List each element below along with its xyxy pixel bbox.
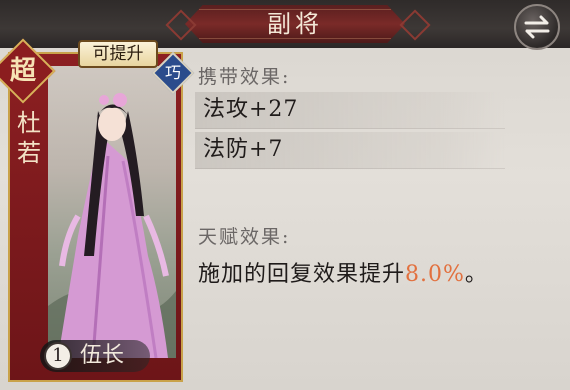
skill-badge-label: 巧 bbox=[164, 63, 181, 82]
swap-arrows-icon bbox=[524, 15, 550, 39]
portrait bbox=[48, 66, 176, 358]
talent-text-suffix: 。 bbox=[464, 262, 488, 287]
carry-effects-label: 携带效果: bbox=[198, 66, 291, 88]
level-number: 1 bbox=[44, 342, 72, 370]
general-card[interactable] bbox=[8, 52, 183, 382]
effect-text: 法防+7 bbox=[203, 137, 284, 162]
swap-button[interactable] bbox=[514, 4, 560, 50]
effect-row: 法防+7 bbox=[195, 132, 505, 169]
portrait-illustration bbox=[48, 93, 176, 358]
effect-row: 法攻+27 bbox=[195, 92, 505, 129]
level-label: 伍长 bbox=[80, 343, 125, 368]
talent-text-prefix: 施加的回复效果提升 bbox=[198, 262, 406, 287]
page-title: 副将 bbox=[267, 10, 323, 38]
upgrade-tag[interactable]: 可提升 bbox=[78, 40, 158, 68]
hero-name: 杜若 bbox=[17, 109, 41, 167]
effect-text: 法攻+27 bbox=[203, 97, 299, 122]
rank-label: 超 bbox=[9, 56, 36, 86]
talent-label: 天赋效果: bbox=[198, 226, 291, 248]
talent-description: 施加的回复效果提升8.0%。 bbox=[198, 256, 488, 288]
talent-value: 8.0% bbox=[405, 262, 465, 287]
general-panel: 副将 超 杜若 可提升 巧 1 伍长 携带效果: 法攻+27 法防+7 天赋效果… bbox=[0, 0, 570, 390]
